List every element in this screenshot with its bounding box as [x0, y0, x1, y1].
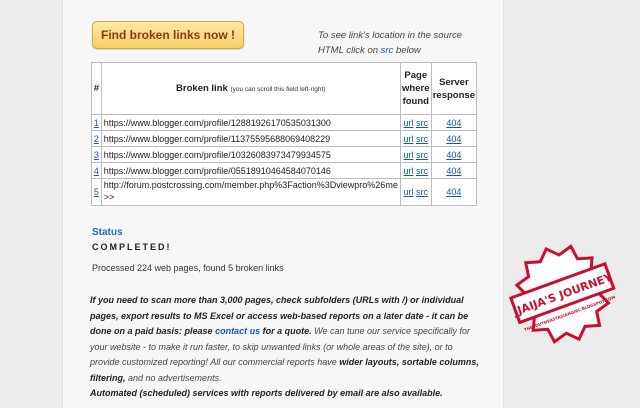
page-src-link[interactable]: src [416, 150, 428, 160]
col-header-num: # [91, 62, 102, 115]
url-continuation[interactable]: >> [104, 192, 115, 202]
hint-line-1: To see link's location in the source [318, 30, 463, 41]
broken-link-url-cell: http://forum.postcrossing.com/member.php… [100, 178, 401, 206]
row-number-link[interactable]: 5 [94, 187, 99, 197]
contact-us-link[interactable]: contact us [215, 326, 260, 336]
col-header-broken-link: Broken link (you can scroll this field l… [100, 62, 401, 115]
table-row: 3 https://www.blogger.com/profile/103260… [91, 146, 478, 163]
status-title: Status [92, 227, 123, 238]
server-response-link[interactable]: 404 [446, 118, 461, 128]
table-row: 2 https://www.blogger.com/profile/113755… [91, 130, 478, 147]
commercial-info: If you need to scan more than 3,000 page… [90, 293, 480, 402]
page-header-line-2: where [402, 83, 430, 94]
page-header-line-1: Page [404, 70, 428, 81]
page-url-link[interactable]: url [404, 187, 414, 197]
col-header-server-response: Server response [430, 62, 478, 115]
page-src-link[interactable]: src [416, 166, 428, 176]
table-header-row: # Broken link (you can scroll this field… [91, 62, 478, 115]
blog-stamp-logo: JJAIJA'S JOURNEY THESOUTHEASTASIANGIRL.B… [508, 244, 616, 344]
broken-link-url: https://www.blogger.com/profile/05518910… [100, 162, 401, 179]
page-header-line-3: found [402, 96, 429, 107]
row-number-link[interactable]: 3 [94, 150, 99, 160]
broken-link-url: https://www.blogger.com/profile/10326083… [100, 146, 401, 163]
broken-link-header-label: Broken link [176, 82, 228, 94]
row-number-link[interactable]: 1 [94, 118, 99, 128]
status-value: COMPLETED! [92, 242, 172, 252]
server-response-link[interactable]: 404 [446, 134, 461, 144]
server-response-link[interactable]: 404 [446, 187, 461, 197]
table-row: 1 https://www.blogger.com/profile/128819… [91, 114, 478, 131]
broken-link-url: http://forum.postcrossing.com/member.php… [103, 180, 398, 190]
row-number-link[interactable]: 4 [94, 166, 99, 176]
broken-link-header-note: (you can scroll this field left-right) [230, 85, 326, 93]
page-src-link[interactable]: src [416, 118, 428, 128]
page-src-link[interactable]: src [416, 187, 428, 197]
page-url-link[interactable]: url [404, 118, 414, 128]
server-response-link[interactable]: 404 [446, 150, 461, 160]
hint-src-link[interactable]: src [381, 45, 394, 56]
page-url-link[interactable]: url [404, 150, 414, 160]
broken-link-url: https://www.blogger.com/profile/12881926… [100, 114, 401, 131]
server-response-link[interactable]: 404 [446, 166, 461, 176]
hint-line-2-post: below [395, 45, 421, 56]
server-header-line-1: Server [439, 76, 469, 88]
page-url-link[interactable]: url [404, 134, 414, 144]
col-header-page-found: Page where found [399, 62, 432, 115]
info-automated-services: Automated (scheduled) services with repo… [90, 388, 443, 398]
source-hint: To see link's location in the source HTM… [318, 28, 478, 58]
table-row: 4 https://www.blogger.com/profile/055189… [91, 162, 478, 179]
broken-links-table: # Broken link (you can scroll this field… [91, 62, 478, 206]
server-header-line-2: response [432, 89, 475, 101]
info-no-ads: and no advertisements. [128, 372, 222, 383]
table-row: 5 http://forum.postcrossing.com/member.p… [91, 178, 478, 206]
hint-line-2-pre: HTML click on [318, 45, 379, 56]
broken-link-url: https://www.blogger.com/profile/11375595… [100, 130, 401, 147]
find-broken-links-button[interactable]: Find broken links now ! [92, 21, 244, 49]
info-quote: for a quote. [262, 326, 312, 336]
page-src-link[interactable]: src [416, 134, 428, 144]
row-number-link[interactable]: 2 [94, 134, 99, 144]
page-url-link[interactable]: url [404, 166, 414, 176]
processed-summary: Processed 224 web pages, found 5 broken … [92, 263, 284, 273]
